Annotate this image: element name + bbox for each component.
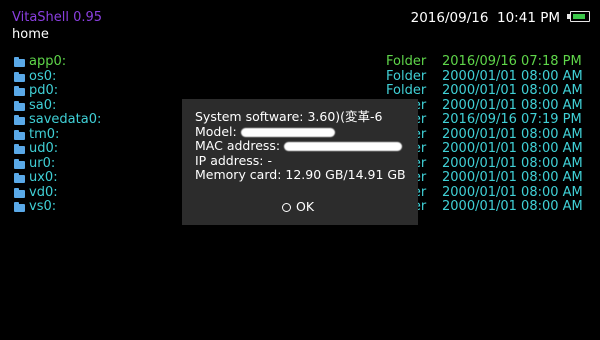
mac-address-label: MAC address: xyxy=(195,138,281,153)
file-row[interactable]: pd0: Folder 2000/01/01 08:00 AM xyxy=(0,83,600,99)
file-row[interactable]: os0: Folder 2000/01/01 08:00 AM xyxy=(0,68,600,85)
mac-address-line: MAC address: xyxy=(195,138,418,154)
file-name: ux0: xyxy=(29,170,58,185)
folder-icon xyxy=(14,57,25,67)
folder-icon xyxy=(14,100,25,111)
folder-icon xyxy=(14,158,25,169)
file-name: ud0: xyxy=(29,141,59,156)
file-date: 2000/01/01 08:00 AM xyxy=(442,68,583,84)
current-path: home xyxy=(12,27,49,42)
mac-address-redaction xyxy=(284,142,403,151)
file-date: 2000/01/01 08:00 AM xyxy=(442,141,583,156)
folder-icon xyxy=(14,71,25,82)
file-type: Folder xyxy=(386,54,427,69)
app-title: VitaShell 0.95 xyxy=(12,10,103,25)
ok-button[interactable]: OK xyxy=(282,199,314,214)
folder-icon xyxy=(14,187,25,198)
battery-icon xyxy=(567,11,590,22)
file-date: 2016/09/16 07:18 PM xyxy=(442,54,582,69)
folder-icon xyxy=(14,144,25,154)
file-date: 2000/01/01 08:00 AM xyxy=(442,170,583,185)
system-software-line: System software: 3.60)(変革-6 xyxy=(195,109,383,124)
folder-icon xyxy=(14,86,25,96)
file-name: app0: xyxy=(29,54,67,69)
folder-icon xyxy=(14,202,25,212)
file-name: vs0: xyxy=(29,199,57,214)
file-name: ur0: xyxy=(29,155,56,171)
model-label: Model: xyxy=(195,123,237,139)
circle-icon xyxy=(282,203,291,212)
header-bar: VitaShell 0.95 home 2016/09/16 10:41 PM xyxy=(0,0,600,44)
memory-card-line: Memory card: 12.90 GB/14.91 GB xyxy=(195,167,406,182)
file-name: sa0: xyxy=(29,97,57,113)
system-info-dialog: System software: 3.60)(変革-6 Model: MAC a… xyxy=(182,99,418,225)
battery-level-fill xyxy=(573,14,585,19)
ok-label: OK xyxy=(296,199,315,214)
folder-icon xyxy=(14,129,25,140)
ip-address-line: IP address: - xyxy=(195,152,273,168)
file-date: 2000/01/01 08:00 AM xyxy=(442,184,583,200)
file-row[interactable]: app0: Folder 2016/09/16 07:18 PM xyxy=(0,54,600,70)
file-name: savedata0: xyxy=(29,112,102,127)
file-date: 2016/09/16 07:19 PM xyxy=(442,112,582,127)
file-name: tm0: xyxy=(29,126,60,142)
folder-icon xyxy=(14,173,25,183)
file-date: 2000/01/01 08:00 AM xyxy=(442,126,583,142)
file-name: os0: xyxy=(29,68,57,84)
model-line: Model: xyxy=(195,123,418,140)
file-date: 2000/01/01 08:00 AM xyxy=(442,97,583,113)
file-name: vd0: xyxy=(29,184,58,200)
file-date: 2000/01/01 08:00 AM xyxy=(442,155,583,171)
clock: 2016/09/16 10:41 PM xyxy=(410,10,560,26)
file-type: Folder xyxy=(386,83,427,98)
file-name: pd0: xyxy=(29,83,59,98)
model-redaction xyxy=(240,127,335,137)
file-date: 2000/01/01 08:00 AM xyxy=(442,83,583,98)
file-date: 2000/01/01 08:00 AM xyxy=(442,199,583,214)
folder-icon xyxy=(14,115,25,125)
file-type: Folder xyxy=(386,68,427,84)
